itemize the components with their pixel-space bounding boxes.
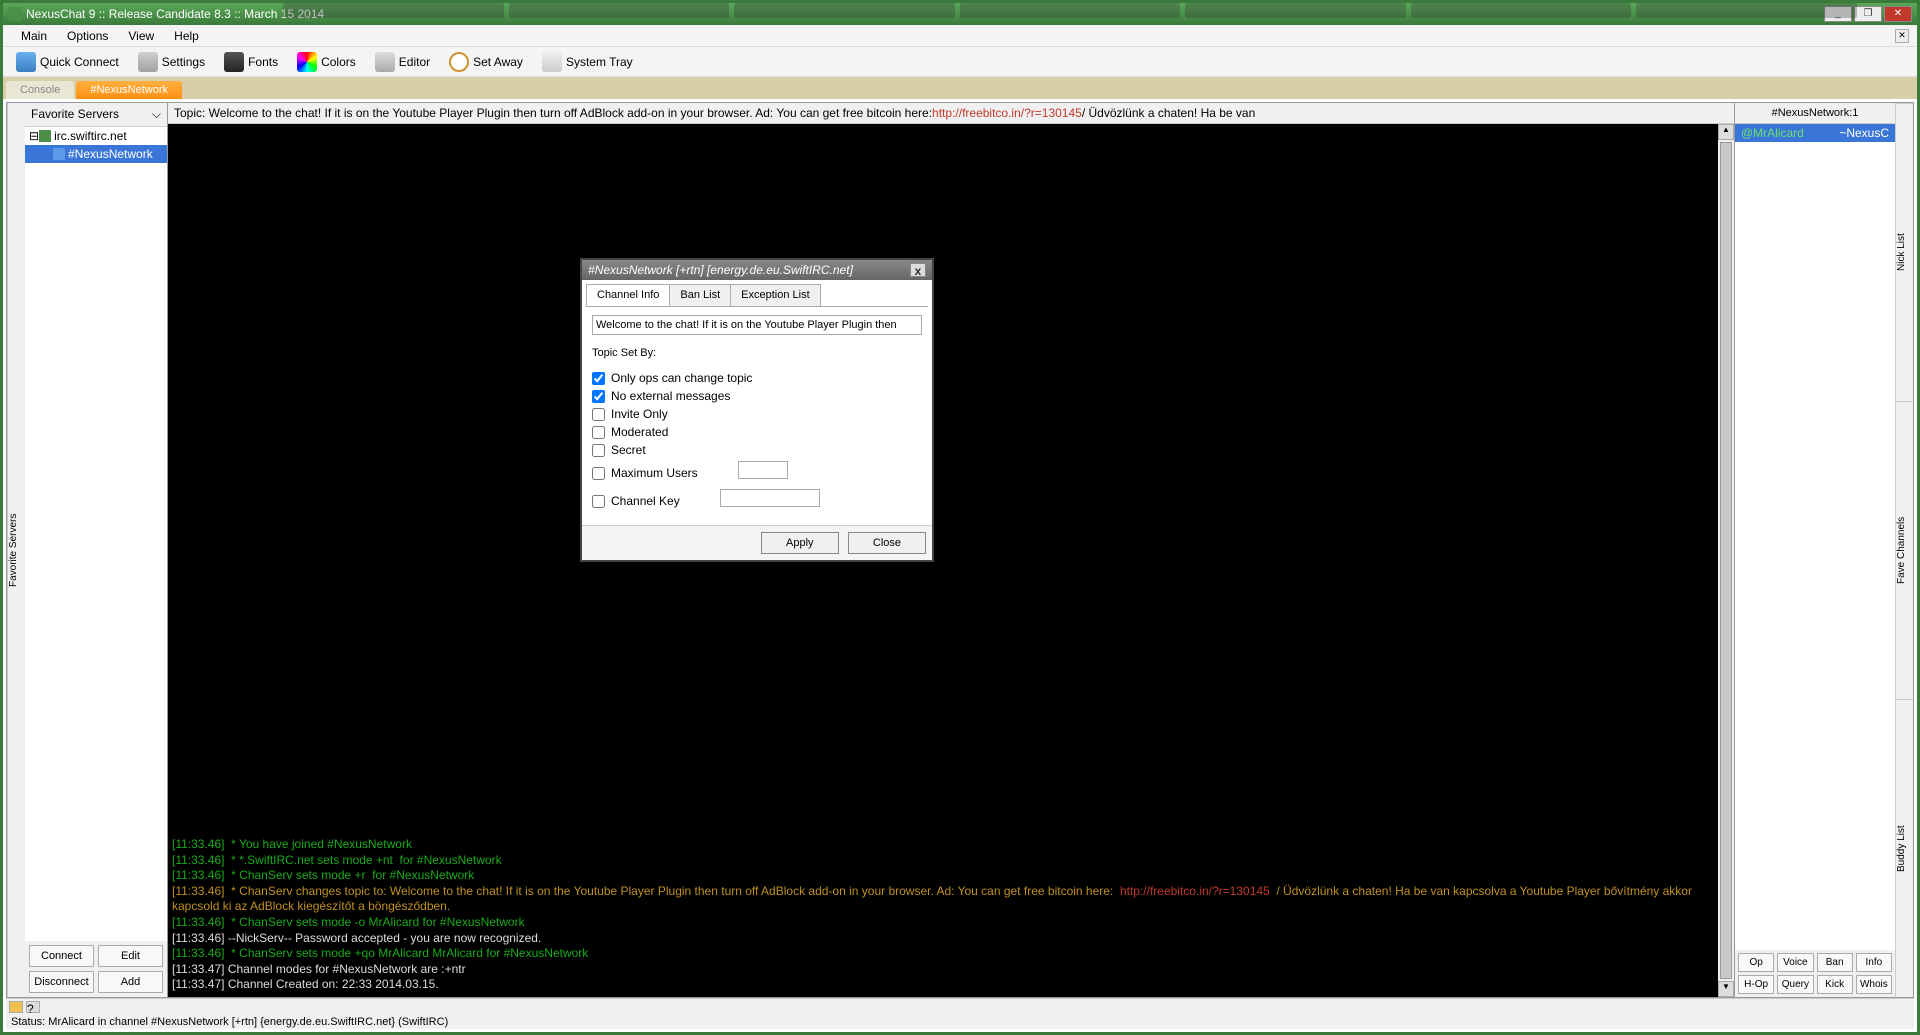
whois-button[interactable]: Whois: [1856, 975, 1892, 994]
tree-channel[interactable]: #NexusNetwork: [25, 145, 167, 163]
tab-console[interactable]: Console: [6, 81, 74, 99]
close-button[interactable]: Close: [848, 532, 926, 554]
mdi-close-icon[interactable]: ✕: [1895, 29, 1909, 43]
channel-key-input[interactable]: [720, 489, 820, 507]
moderated-label: Moderated: [611, 425, 668, 439]
topic-link[interactable]: http://freebitco.in/?r=130145: [932, 106, 1082, 120]
tab-channel[interactable]: #NexusNetwork: [76, 81, 182, 99]
buddy-list-tab[interactable]: Buddy List: [1896, 699, 1913, 997]
tray-icon: [542, 52, 562, 72]
collapse-icon[interactable]: ⌵: [152, 107, 161, 122]
tree-header: Favorite Servers⌵: [25, 103, 167, 127]
voice-button[interactable]: Voice: [1777, 953, 1813, 972]
edit-button[interactable]: Edit: [98, 945, 163, 967]
right-panel: #NexusNetwork:1 @MrAlicard~NexusC Op Voi…: [1734, 102, 1914, 998]
dialog-title-bar[interactable]: #NexusNetwork [+rtn] [energy.de.eu.Swift…: [582, 260, 932, 280]
max-users-input[interactable]: [738, 461, 788, 479]
query-button[interactable]: Query: [1777, 975, 1813, 994]
kick-button[interactable]: Kick: [1817, 975, 1853, 994]
status-icon-2[interactable]: ?: [26, 1001, 40, 1013]
server-icon: [39, 130, 51, 142]
connect-icon: [16, 52, 36, 72]
scroll-up-icon[interactable]: ▲: [1718, 124, 1734, 140]
status-icon-1[interactable]: [9, 1001, 23, 1013]
settings-icon: [138, 52, 158, 72]
taskbar-blur: [283, 3, 1857, 18]
channel-key-checkbox[interactable]: [592, 495, 605, 508]
nick-item[interactable]: @MrAlicard~NexusC: [1735, 124, 1895, 142]
invite-only-checkbox[interactable]: [592, 408, 605, 421]
disconnect-button[interactable]: Disconnect: [29, 971, 94, 993]
moderated-checkbox[interactable]: [592, 426, 605, 439]
set-away-button[interactable]: Set Away: [441, 49, 531, 75]
scroll-thumb[interactable]: [1720, 142, 1732, 979]
dialog-tab-exception-list[interactable]: Exception List: [730, 284, 820, 306]
scrollbar[interactable]: ▲ ▼: [1718, 124, 1734, 997]
dialog-tab-ban-list[interactable]: Ban List: [669, 284, 731, 306]
colors-button[interactable]: Colors: [289, 49, 364, 75]
max-users-label: Maximum Users: [611, 466, 698, 480]
menu-main[interactable]: Main: [11, 26, 57, 46]
topic-suffix: / Üdvözlünk a chaten! Ha be van: [1082, 106, 1255, 120]
dialog-tab-channel-info[interactable]: Channel Info: [586, 284, 670, 306]
scroll-down-icon[interactable]: ▼: [1718, 981, 1734, 997]
menu-view[interactable]: View: [118, 26, 164, 46]
tab-strip: Console #NexusNetwork: [3, 77, 1917, 99]
channel-icon: [53, 148, 65, 160]
tree-server[interactable]: ⊟irc.swiftirc.net: [25, 127, 167, 145]
only-ops-checkbox[interactable]: [592, 372, 605, 385]
secret-checkbox[interactable]: [592, 444, 605, 457]
nicklist-header: #NexusNetwork:1: [1735, 103, 1895, 124]
fonts-button[interactable]: Fonts: [216, 49, 286, 75]
away-icon: [449, 52, 469, 72]
chat-panel: Topic: Welcome to the chat! If it is on …: [167, 102, 1735, 998]
quick-connect-button[interactable]: Quick Connect: [8, 49, 127, 75]
editor-icon: [375, 52, 395, 72]
topic-bar: Topic: Welcome to the chat! If it is on …: [168, 103, 1734, 124]
dialog-close-icon[interactable]: x: [910, 263, 926, 277]
chat-log[interactable]: [11:33.46] * You have joined #NexusNetwo…: [168, 124, 1718, 997]
left-panel: Favorite Servers Favorite Servers⌵ ⊟irc.…: [6, 102, 168, 998]
fonts-icon: [224, 52, 244, 72]
info-button[interactable]: Info: [1856, 953, 1892, 972]
status-bar: ? Status: MrAlicard in channel #NexusNet…: [6, 998, 1914, 1029]
menu-options[interactable]: Options: [57, 26, 118, 46]
topic-text: Topic: Welcome to the chat! If it is on …: [174, 106, 932, 120]
topic-input[interactable]: [592, 315, 922, 335]
menu-help[interactable]: Help: [164, 26, 209, 46]
favorite-servers-tab[interactable]: Favorite Servers: [7, 103, 25, 997]
nicklist-tab[interactable]: Nick List: [1896, 103, 1913, 401]
status-text: Status: MrAlicard in channel #NexusNetwo…: [6, 1015, 1914, 1029]
app-icon: [8, 7, 22, 21]
topic-set-by-label: Topic Set By:: [592, 347, 922, 359]
add-button[interactable]: Add: [98, 971, 163, 993]
no-external-checkbox[interactable]: [592, 390, 605, 403]
menu-bar: Main Options View Help ✕: [3, 25, 1917, 47]
channel-key-label: Channel Key: [611, 494, 680, 508]
close-button[interactable]: ✕: [1884, 6, 1912, 22]
settings-button[interactable]: Settings: [130, 49, 213, 75]
connect-button[interactable]: Connect: [29, 945, 94, 967]
no-external-label: No external messages: [611, 389, 730, 403]
channel-info-dialog: #NexusNetwork [+rtn] [energy.de.eu.Swift…: [580, 258, 934, 562]
toolbar: Quick Connect Settings Fonts Colors Edit…: [3, 47, 1917, 77]
secret-label: Secret: [611, 443, 646, 457]
ban-button[interactable]: Ban: [1817, 953, 1853, 972]
nick-list[interactable]: @MrAlicard~NexusC: [1735, 124, 1895, 950]
apply-button[interactable]: Apply: [761, 532, 839, 554]
system-tray-button[interactable]: System Tray: [534, 49, 641, 75]
server-tree: Favorite Servers⌵ ⊟irc.swiftirc.net #Nex…: [25, 103, 167, 997]
editor-button[interactable]: Editor: [367, 49, 438, 75]
dialog-title: #NexusNetwork [+rtn] [energy.de.eu.Swift…: [588, 263, 853, 277]
max-users-checkbox[interactable]: [592, 467, 605, 480]
invite-only-label: Invite Only: [611, 407, 668, 421]
hop-button[interactable]: H-Op: [1738, 975, 1774, 994]
window-title: NexusChat 9 :: Release Candidate 8.3 :: …: [26, 7, 324, 21]
only-ops-label: Only ops can change topic: [611, 371, 752, 385]
maximize-button[interactable]: ❐: [1854, 6, 1882, 22]
title-bar: NexusChat 9 :: Release Candidate 8.3 :: …: [3, 3, 1917, 25]
colors-icon: [297, 52, 317, 72]
op-button[interactable]: Op: [1738, 953, 1774, 972]
fave-channels-tab[interactable]: Fave Channels: [1896, 401, 1913, 699]
